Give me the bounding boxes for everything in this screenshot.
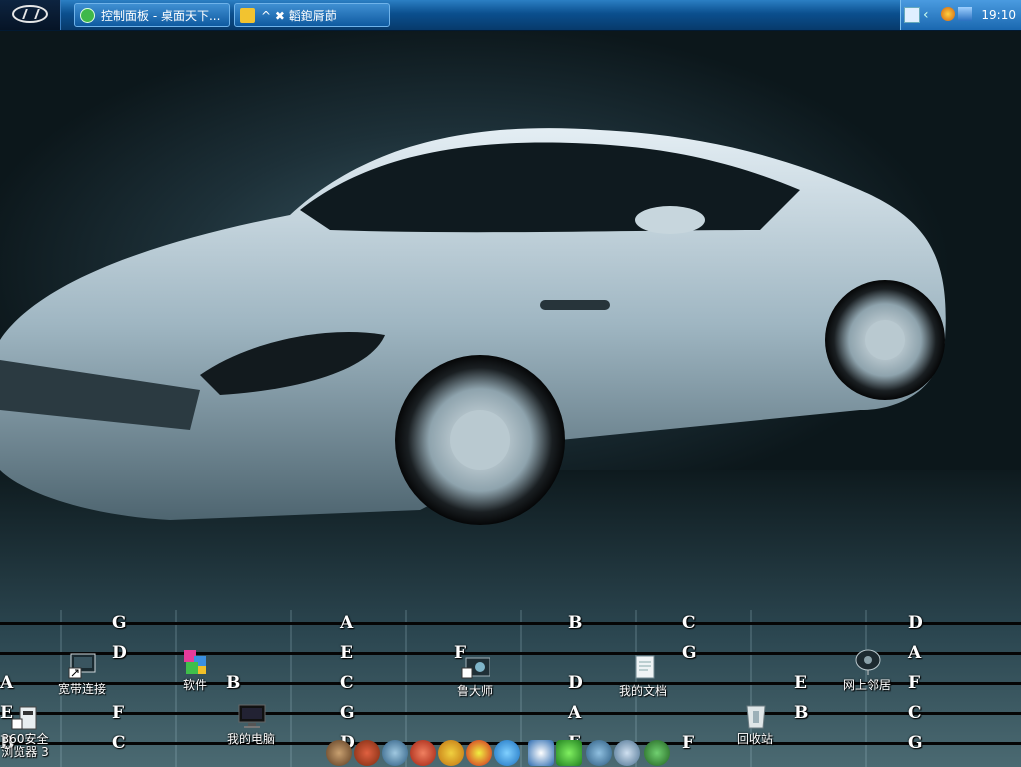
- grid-letter: B: [568, 613, 583, 633]
- dock-app-icon[interactable]: [528, 740, 554, 766]
- grid-letter: F: [908, 673, 921, 693]
- grid-letter: B: [794, 703, 809, 723]
- desktop-icon-recycle-bin[interactable]: 回收站: [720, 702, 790, 747]
- start-button[interactable]: [0, 0, 61, 30]
- grid-letter: C: [908, 703, 922, 723]
- grid-letter: F: [112, 703, 125, 723]
- ludashi-icon: [460, 654, 491, 682]
- system-tray: ‹ 19:10: [900, 0, 1021, 30]
- desktop-icon-software[interactable]: 软件: [160, 648, 230, 693]
- desktop-icon-network-places[interactable]: 网上邻居: [832, 648, 902, 693]
- tray-qq-icon[interactable]: [941, 7, 955, 21]
- desktop-icon-ludashi[interactable]: 鲁大师: [440, 654, 510, 699]
- desktop-icon-360-browser[interactable]: 360安全 浏览器 3: [0, 705, 60, 759]
- dock-app-icon[interactable]: [438, 740, 464, 766]
- grid-letter: A: [0, 673, 14, 693]
- grid-letter: A: [908, 643, 922, 663]
- desktop-icon-label: 宽带连接: [57, 682, 106, 696]
- grid-letter: C: [340, 673, 354, 693]
- clock[interactable]: 19:10: [981, 0, 1016, 30]
- grid-line: [0, 712, 1021, 715]
- dock-app-icon[interactable]: [586, 740, 612, 766]
- tray-expand-chevron-icon[interactable]: ‹: [923, 8, 937, 22]
- dock-app-icon[interactable]: [382, 740, 408, 766]
- network-connection-icon: [67, 652, 97, 680]
- grid-letter: G: [908, 733, 923, 753]
- dock-app-icon[interactable]: [644, 740, 670, 766]
- dock-app-icon[interactable]: [494, 740, 520, 766]
- grid-letter: E: [794, 673, 807, 693]
- grid-letter: A: [340, 613, 354, 633]
- documents-icon: [628, 654, 658, 682]
- desktop-icon-label-line2: 浏览器 3: [1, 745, 49, 759]
- recycle-bin-icon: [740, 702, 770, 730]
- tray-network-icon[interactable]: [958, 7, 972, 21]
- desktop-icon-label: 鲁大师: [456, 684, 493, 698]
- start-logo-icon: [12, 5, 48, 23]
- grid-letter: A: [568, 703, 582, 723]
- desktop-icon-broadband[interactable]: 宽带连接: [47, 652, 117, 697]
- grid-line: [0, 622, 1021, 625]
- wallpaper-car: [0, 128, 946, 525]
- grid-letter: G: [112, 613, 127, 633]
- desktop-icon-label: 我的文档: [618, 684, 667, 698]
- software-package-icon: [180, 648, 210, 676]
- desktop-icon-my-computer[interactable]: 我的电脑: [216, 702, 286, 747]
- grid-letter: C: [682, 613, 696, 633]
- dock-app-icon[interactable]: [354, 740, 380, 766]
- grid-letter: G: [682, 643, 697, 663]
- dock-app-icon[interactable]: [326, 740, 352, 766]
- taskbar-item-label: ^ ✖ 韜鉋脣莭: [261, 9, 337, 23]
- computer-icon: [236, 702, 266, 730]
- tray-document-icon[interactable]: [904, 7, 920, 23]
- dock-app-icon[interactable]: [410, 740, 436, 766]
- grid-letter: D: [908, 613, 923, 633]
- desktop-icon-label: 我的电脑: [226, 732, 275, 746]
- grid-letter: C: [112, 733, 126, 753]
- dock-app-icon[interactable]: [556, 740, 582, 766]
- taskbar-item-folder[interactable]: ^ ✖ 韜鉋脣莭: [234, 3, 390, 27]
- taskbar-item-label: 控制面板 - 桌面天下...: [101, 9, 221, 23]
- taskbar: 控制面板 - 桌面天下... ^ ✖ 韜鉋脣莭 ‹ 19:10: [0, 0, 1021, 31]
- folder-icon: [240, 8, 255, 23]
- grid-letter: E: [340, 643, 353, 663]
- grid-letter: G: [340, 703, 355, 723]
- network-places-icon: [852, 648, 882, 676]
- desktop-icon-label: 回收站: [736, 732, 773, 746]
- dock-app-icon[interactable]: [614, 740, 640, 766]
- taskbar-item-control-panel[interactable]: 控制面板 - 桌面天下...: [74, 3, 230, 27]
- desktop-icon-label: 网上邻居: [842, 678, 891, 692]
- dock-app-icon[interactable]: [466, 740, 492, 766]
- desktop-icon-my-documents[interactable]: 我的文档: [608, 654, 678, 699]
- grid-letter: D: [568, 673, 583, 693]
- desktop-icon-label: 软件: [182, 678, 207, 692]
- browser-360-icon: [10, 705, 40, 733]
- grid-letter: F: [682, 733, 695, 753]
- control-panel-icon: [80, 8, 95, 23]
